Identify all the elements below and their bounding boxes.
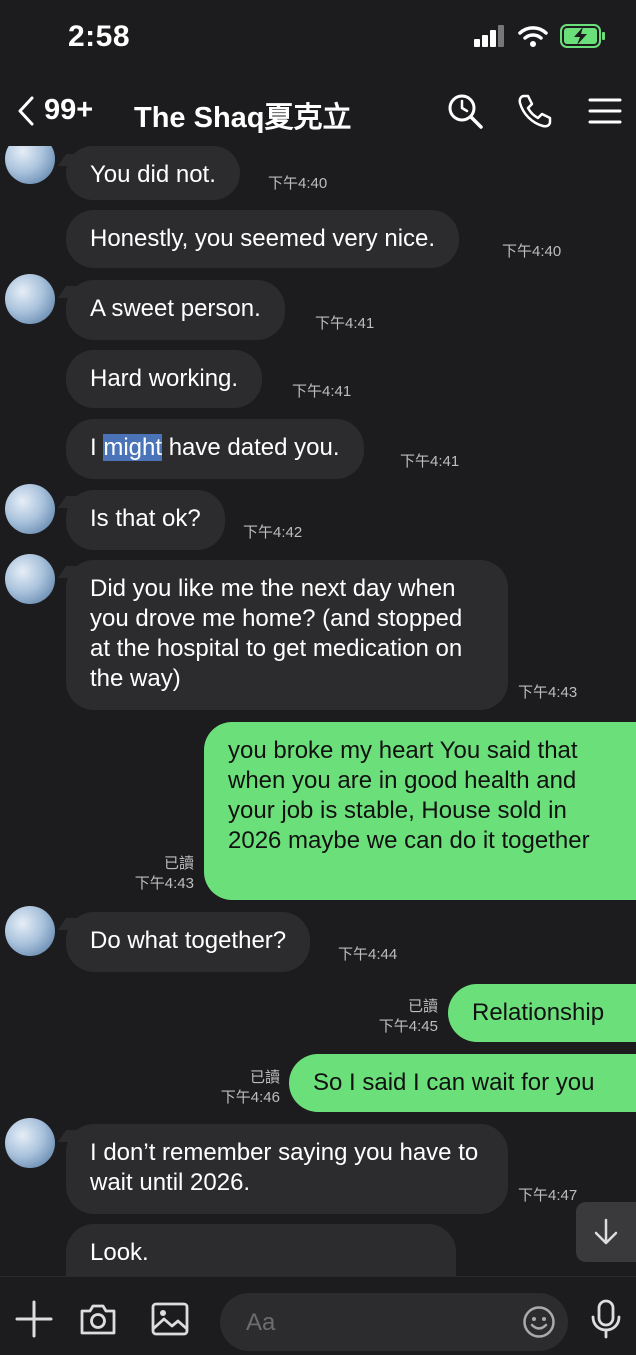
back-button[interactable]: 99+: [16, 94, 93, 127]
message-text: Do what together?: [90, 927, 287, 954]
message-text-pre: I: [90, 434, 104, 461]
message-text: So I said I can wait for you: [313, 1069, 595, 1096]
message-composer: Aa: [0, 1276, 636, 1355]
message-read-time: 已讀 下午4:43: [124, 854, 194, 894]
message-bubble[interactable]: Did you like me the next day when you dr…: [66, 560, 508, 710]
status-icons: [474, 24, 606, 48]
menu-icon[interactable]: [586, 92, 624, 130]
message-bubble[interactable]: I don’t remember saying you have to wait…: [66, 1124, 508, 1214]
message-text: Is that ok?: [90, 505, 201, 532]
contact-avatar[interactable]: [5, 274, 55, 324]
message-time: 下午4:42: [243, 524, 303, 541]
message-text: Look.: [90, 1239, 149, 1266]
my-message-bubble[interactable]: So I said I can wait for you: [289, 1054, 636, 1112]
message-read-time: 已讀 下午4:45: [368, 997, 438, 1037]
message-time: 下午4:47: [518, 1187, 578, 1204]
message-time: 下午4:46: [220, 1089, 280, 1106]
my-message-bubble[interactable]: you broke my heart You said that when yo…: [204, 722, 636, 900]
chat-header: 99+ The Shaq夏克立: [0, 78, 636, 146]
message-bubble[interactable]: You did not.: [66, 146, 240, 200]
message-text: I don’t remember saying you have to wait…: [90, 1139, 479, 1196]
message-time: 下午4:41: [315, 315, 375, 332]
chat-title[interactable]: The Shaq夏克立: [134, 94, 352, 136]
contact-avatar[interactable]: [5, 1118, 55, 1168]
message-time: 下午4:41: [292, 383, 352, 400]
phone-call-icon[interactable]: [516, 92, 554, 130]
arrow-down-icon: [594, 1218, 618, 1245]
message-bubble[interactable]: A sweet person.: [66, 280, 285, 340]
my-message-bubble[interactable]: Relationship: [448, 984, 636, 1042]
status-bar: 2:58: [0, 0, 636, 78]
status-time: 2:58: [68, 20, 131, 53]
message-text: you broke my heart You said that when yo…: [228, 737, 590, 854]
chevron-left-icon: [18, 96, 34, 125]
read-receipt: 已讀: [249, 1069, 280, 1086]
message-bubble[interactable]: I might have dated you.: [66, 419, 364, 479]
message-time: 下午4:40: [268, 175, 328, 192]
message-text: Did you like me the next day when you dr…: [90, 575, 463, 692]
unread-count: 99+: [44, 94, 94, 126]
contact-avatar[interactable]: [5, 146, 55, 184]
message-text-post: have dated you.: [162, 434, 340, 461]
battery-charging-icon: [560, 24, 605, 48]
camera-icon[interactable]: [78, 1299, 118, 1339]
message-time: 下午4:45: [378, 1018, 438, 1035]
read-receipt: 已讀: [407, 998, 438, 1015]
contact-avatar[interactable]: [5, 554, 55, 604]
message-bubble[interactable]: Look.: [66, 1224, 456, 1276]
emoji-icon[interactable]: [522, 1305, 556, 1339]
message-text: A sweet person.: [90, 295, 261, 322]
scroll-to-bottom-button[interactable]: [576, 1202, 636, 1262]
message-text: You did not.: [90, 161, 216, 188]
highlighted-word: might: [103, 434, 163, 461]
message-text: Honestly, you seemed very nice.: [90, 225, 436, 252]
contact-avatar[interactable]: [5, 906, 55, 956]
cellular-signal-icon: [474, 25, 504, 47]
message-time: 下午4:40: [502, 243, 562, 260]
microphone-icon[interactable]: [586, 1299, 626, 1339]
message-bubble[interactable]: Do what together?: [66, 912, 311, 972]
contact-avatar[interactable]: [5, 484, 55, 534]
read-receipt: 已讀: [163, 855, 194, 872]
message-input-placeholder: Aa: [246, 1309, 276, 1336]
image-gallery-icon[interactable]: [150, 1299, 190, 1339]
search-history-icon[interactable]: [446, 92, 484, 130]
message-text: Hard working.: [90, 365, 239, 392]
message-list[interactable]: You did not. 下午4:40 Honestly, you seemed…: [0, 146, 636, 1276]
message-time: 下午4:43: [518, 684, 578, 701]
wifi-icon: [518, 26, 548, 47]
message-time: 下午4:44: [338, 946, 398, 963]
message-bubble[interactable]: Honestly, you seemed very nice.: [66, 210, 460, 268]
message-time: 下午4:41: [400, 453, 460, 470]
message-text: Relationship: [472, 999, 605, 1026]
plus-icon[interactable]: [14, 1299, 54, 1339]
message-bubble[interactable]: Hard working.: [66, 350, 263, 408]
message-bubble[interactable]: Is that ok?: [66, 490, 225, 550]
message-read-time: 已讀 下午4:46: [210, 1068, 280, 1108]
message-time: 下午4:43: [134, 875, 194, 892]
message-input[interactable]: Aa: [220, 1293, 568, 1351]
